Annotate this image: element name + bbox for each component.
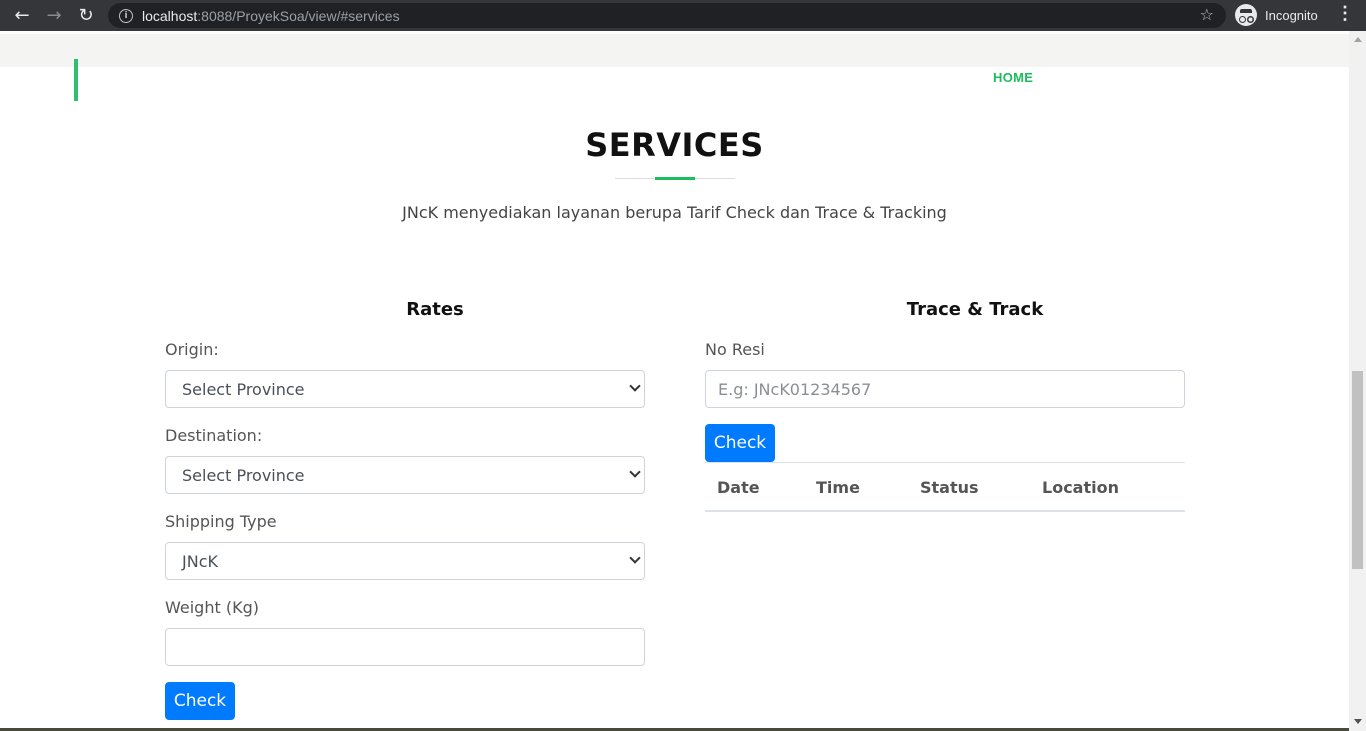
- section-subtitle: JNcK menyediakan layanan berupa Tarif Ch…: [402, 203, 947, 222]
- shipping-type-label: Shipping Type: [165, 512, 277, 531]
- page-scrollbar[interactable]: [1349, 31, 1366, 731]
- section-title: SERVICES: [585, 126, 764, 164]
- origin-label: Origin:: [165, 340, 219, 359]
- back-arrow-icon[interactable]: ←: [6, 0, 38, 31]
- origin-select[interactable]: Select Province: [165, 370, 645, 408]
- shipping-type-value: JNcK: [182, 551, 218, 571]
- column-header-date: Date: [717, 478, 760, 497]
- weight-input[interactable]: [165, 628, 645, 666]
- url-path: :8088/ProyekSoa/view/#services: [197, 7, 400, 24]
- column-header-status: Status: [920, 478, 979, 497]
- header-divider: [0, 31, 1349, 34]
- destination-select[interactable]: Select Province: [165, 456, 645, 494]
- browser-toolbar: ← → ↻ i localhost:8088/ProyekSoa/view/#s…: [0, 0, 1366, 31]
- chevron-down-icon: [629, 380, 641, 392]
- column-header-location: Location: [1042, 478, 1119, 497]
- bookmark-star-icon[interactable]: ☆: [1200, 5, 1214, 24]
- kebab-menu-icon[interactable]: ⋮: [1336, 3, 1354, 24]
- resi-label: No Resi: [705, 340, 765, 359]
- scroll-down-arrow-icon[interactable]: [1354, 719, 1362, 724]
- origin-select-value: Select Province: [182, 379, 305, 399]
- scroll-up-arrow-icon[interactable]: [1354, 37, 1362, 42]
- trace-check-button[interactable]: Check: [705, 424, 775, 462]
- incognito-label: Incognito: [1265, 7, 1318, 23]
- incognito-icon: [1235, 4, 1257, 26]
- chevron-down-icon: [629, 466, 641, 478]
- resi-input[interactable]: E.g: JNcK01234567: [705, 370, 1185, 408]
- destination-label: Destination:: [165, 426, 263, 445]
- rates-title: Rates: [406, 299, 464, 320]
- shipping-type-select[interactable]: JNcK: [165, 542, 645, 580]
- tracking-table-top-border: [705, 462, 1185, 463]
- weight-label: Weight (Kg): [165, 598, 259, 617]
- reload-icon[interactable]: ↻: [70, 0, 102, 31]
- scrollbar-thumb[interactable]: [1352, 371, 1363, 569]
- logo-accent-bar: [74, 59, 78, 101]
- nav-home-link[interactable]: HOME: [993, 70, 1033, 85]
- info-icon[interactable]: i: [119, 8, 133, 23]
- destination-select-value: Select Province: [182, 465, 305, 485]
- column-header-time: Time: [816, 478, 860, 497]
- trace-title: Trace & Track: [906, 299, 1044, 320]
- rates-check-button[interactable]: Check: [165, 682, 235, 720]
- resi-input-placeholder: E.g: JNcK01234567: [718, 379, 872, 399]
- address-bar[interactable]: i localhost:8088/ProyekSoa/view/#service…: [108, 3, 1226, 28]
- url-text: localhost:8088/ProyekSoa/view/#services: [142, 8, 400, 24]
- tracking-table-header-border: [705, 510, 1185, 512]
- title-underline-accent: [655, 177, 695, 180]
- chevron-down-icon: [629, 552, 641, 564]
- incognito-indicator[interactable]: Incognito: [1235, 4, 1318, 26]
- forward-arrow-icon[interactable]: →: [38, 0, 70, 31]
- hero-background-strip: [0, 34, 1349, 67]
- url-host: localhost: [142, 7, 198, 24]
- page-viewport: HOME SERVICES JNcK menyediakan layanan b…: [0, 31, 1349, 731]
